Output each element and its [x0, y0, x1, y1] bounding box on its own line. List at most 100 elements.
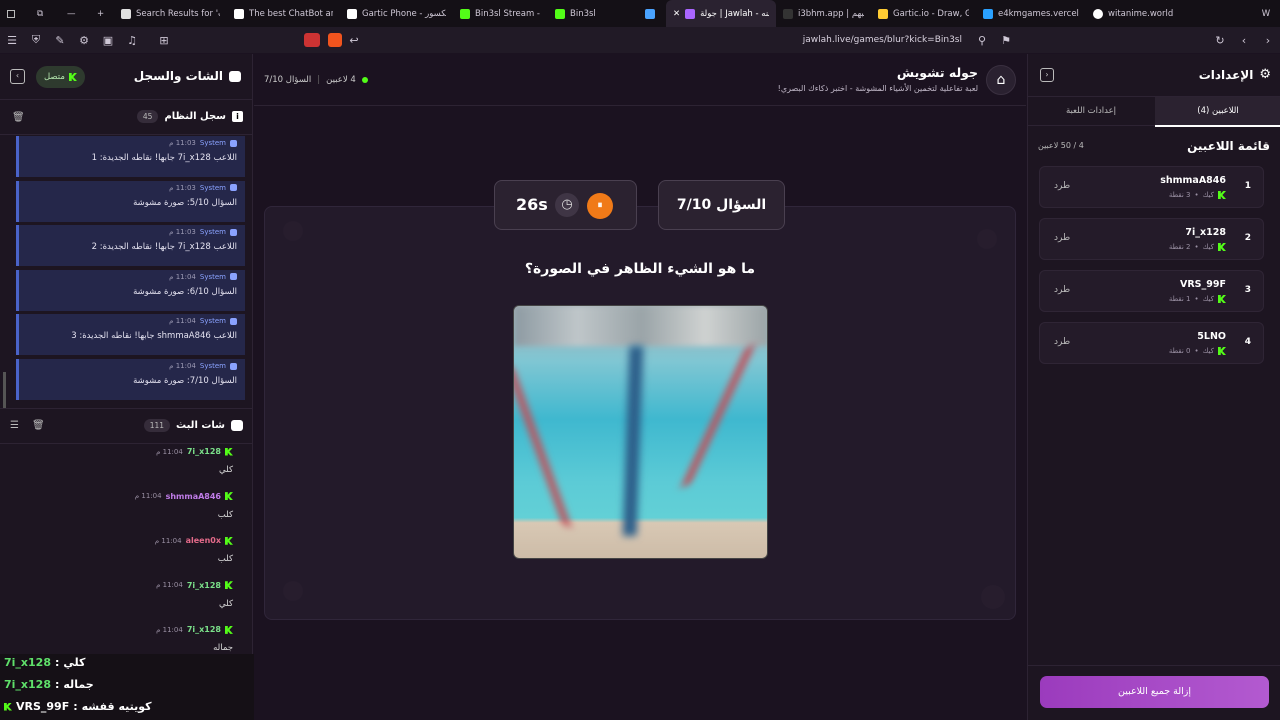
players-online: 4 لاعبين — [326, 75, 356, 85]
info-icon: i — [232, 111, 243, 122]
browser-tab[interactable]: Search Results for 'بحرب — [114, 0, 227, 27]
page-settings-icon[interactable]: ⚲ — [970, 34, 994, 47]
scrollbar-thumb[interactable] — [3, 372, 6, 408]
pool-rope-left — [514, 366, 572, 526]
log-text: اللاعب shmmaA846 جابها! نقاطه الجديدة: 3 — [71, 331, 237, 342]
chat-username[interactable]: 7i_x128 — [187, 581, 221, 590]
kick-player-button[interactable]: طرد — [1054, 233, 1070, 243]
browser-tab[interactable]: Bin3sl — [548, 0, 638, 27]
browser-tab[interactable]: Gartic Phone - المكسور — [340, 0, 453, 27]
address-bar[interactable]: jawlah.live/games/blur?kick=Bin3sl — [803, 35, 962, 45]
browser-tab[interactable]: Gartic.io - Draw, Guess — [871, 0, 976, 27]
overlay-user: VRS_99F — [16, 700, 70, 713]
extensions-icon[interactable]: ✎ — [48, 34, 72, 47]
reload-icon[interactable]: ↻ — [1208, 34, 1232, 47]
log-time: 11:04 م — [169, 317, 196, 326]
collapse-panel-icon[interactable]: ‹ — [10, 69, 25, 84]
menu-icon[interactable]: ☰ — [0, 34, 24, 47]
chat-username[interactable]: 7i_x128 — [187, 625, 221, 634]
player-rank: 4 — [1244, 337, 1251, 347]
tab-label: Bin3sl — [570, 8, 596, 19]
game-meta: 4 لاعبين | السؤال 7/10 — [264, 75, 368, 85]
browser-tab[interactable] — [638, 0, 666, 27]
system-log-item: System 11:03 م السؤال 5/10: صورة مشوشة — [16, 180, 245, 222]
music-icon[interactable]: ♫ — [120, 34, 144, 47]
system-log-list[interactable]: System 11:03 م اللاعب 7i_x128 جابها! نقاطه… — [0, 136, 253, 408]
chat-username[interactable]: 7i_x128 — [187, 447, 221, 456]
workspace-icon[interactable]: ⧉ — [30, 0, 60, 27]
settings-tabs: اللاعبين (4) إعدادات اللعبة — [1028, 96, 1280, 127]
player-list-title: قائمة اللاعبين — [1187, 139, 1270, 153]
tab-label: Gartic Phone - المكسور — [362, 8, 446, 19]
browser-tab[interactable]: e4kmgames.vercel.app — [976, 0, 1086, 27]
tab-overflow-icon[interactable]: W — [1252, 0, 1280, 27]
player-points: 2 نقطة — [1168, 243, 1191, 251]
left-panel-header: ‹ متصل الشات والسجل — [0, 54, 253, 100]
chat-username[interactable]: shmmaA846 — [166, 492, 221, 501]
kick-player-button[interactable]: طرد — [1054, 285, 1070, 295]
system-log-item: System 11:04 م السؤال 7/10: صورة مشوشة — [16, 359, 245, 400]
log-text: اللاعب 7i_x128 جابها! نقاطه الجديدة: 2 — [91, 242, 237, 253]
overlay-message: كلي:7i_x128 — [4, 656, 86, 669]
browser-tab[interactable]: i3bhm.app | لعبهم — [776, 0, 871, 27]
player-card: 1 shmmaA846 كيك • 3 نقطة طرد — [1039, 166, 1264, 208]
chat-username[interactable]: aleen0x — [186, 536, 221, 545]
overlay-message: جماله:7i_x128 — [4, 678, 94, 691]
kick-player-button[interactable]: طرد — [1054, 181, 1070, 191]
share-icon[interactable]: ↩ — [342, 34, 366, 47]
player-rank: 3 — [1244, 285, 1251, 295]
back-icon[interactable]: ‹ — [1232, 34, 1256, 47]
favicon-icon — [347, 8, 357, 19]
player-platform: كيك — [1202, 295, 1214, 303]
collapse-settings-icon[interactable]: › — [1040, 68, 1054, 82]
log-sender: System — [199, 272, 226, 281]
pause-button[interactable]: ⏸ — [587, 193, 613, 219]
home-button[interactable]: ⌂ — [986, 65, 1016, 95]
kick-icon — [225, 581, 233, 590]
player-name: shmmaA846 — [1160, 175, 1226, 186]
decor-dot — [283, 221, 303, 241]
trash-icon[interactable]: 🗑 — [12, 112, 25, 123]
shield-icon[interactable]: ⛨ — [24, 33, 48, 47]
align-icon[interactable]: ☰ — [10, 420, 19, 431]
decor-dot — [283, 581, 303, 601]
gear-icon: ⚙ — [1259, 67, 1271, 82]
browser-tab[interactable]: witanime.world — [1086, 0, 1186, 27]
panel-title: الشات والسجل — [133, 69, 223, 83]
robot-icon — [230, 317, 237, 325]
forward-icon[interactable]: › — [1256, 34, 1280, 47]
kick-icon — [225, 447, 233, 456]
settings-title: الإعدادات — [1198, 67, 1254, 82]
sidebar-icon[interactable]: ▣ — [96, 34, 120, 47]
bookmark-icon[interactable]: ⚑ — [994, 34, 1018, 47]
brave-shield-icon[interactable] — [328, 33, 342, 47]
minimize-tabs-icon[interactable]: — — [60, 0, 90, 27]
overlay-text: جماله — [63, 678, 94, 691]
robot-icon — [230, 362, 237, 370]
new-tab-button[interactable]: + — [90, 0, 114, 27]
sidebar-toggle-icon[interactable] — [0, 0, 30, 27]
tab-label: The best ChatBot and — [249, 8, 333, 19]
puzzle-icon[interactable]: ⚙ — [72, 34, 96, 47]
game-area: ⌂ جوله تشويش لعبة تفاعلية لتخمين الأشياء… — [254, 54, 1026, 720]
browser-tab[interactable]: ✕ جولة | Jawlah - منه — [666, 0, 776, 27]
settings-panel: › ⚙ الإعدادات اللاعبين (4) إعدادات اللعب… — [1027, 54, 1280, 720]
kick-player-button[interactable]: طرد — [1054, 337, 1070, 347]
browser-tab[interactable]: Bin3sl Stream - Watch — [453, 0, 548, 27]
screenshot-icon[interactable]: ⊞ — [152, 34, 176, 47]
overlay-text: كلي — [63, 656, 86, 669]
chat-message: 7i_x128 11:04 م كلي — [0, 581, 245, 609]
trash-icon[interactable]: 🗑 — [32, 420, 45, 431]
browser-tab[interactable]: The best ChatBot and — [227, 0, 340, 27]
chat-time: 11:04 م — [156, 447, 183, 456]
tab-players[interactable]: اللاعبين (4) — [1155, 97, 1280, 127]
blurred-image — [513, 305, 768, 559]
favicon-icon — [555, 8, 565, 19]
system-log-item: System 11:03 م اللاعب 7i_x128 جابها! نقاطه… — [16, 136, 245, 177]
brave-rewards-icon[interactable] — [304, 33, 320, 47]
remove-all-players-button[interactable]: إزالة جميع اللاعبين — [1040, 676, 1269, 708]
chat-time: 11:04 م — [134, 492, 162, 501]
pool-lane-line — [622, 346, 644, 536]
tab-game-settings[interactable]: إعدادات اللعبة — [1028, 97, 1154, 127]
close-tab-icon[interactable]: ✕ — [673, 9, 680, 19]
